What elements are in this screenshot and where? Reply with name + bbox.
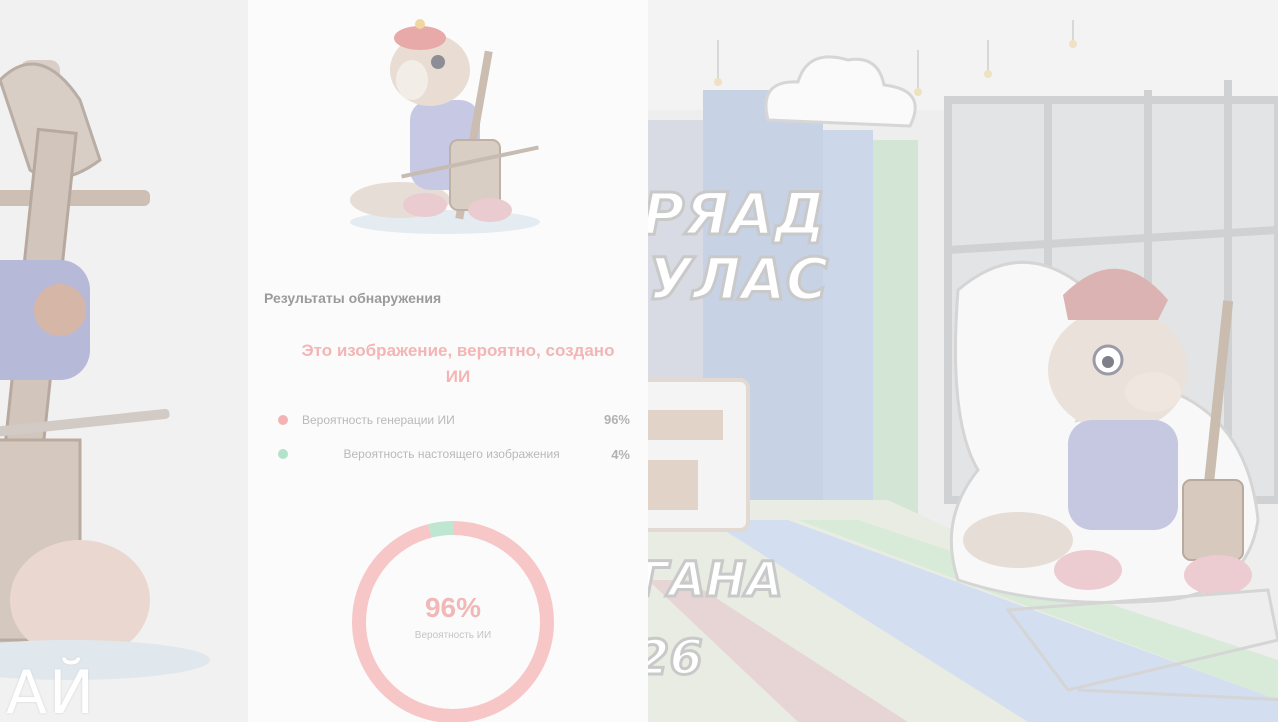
real-probability-value: 4% — [611, 446, 630, 462]
zoomed-mascot-panel: АЙ — [0, 0, 248, 722]
real-probability-row: Вероятность настоящего изображения 4% — [278, 446, 630, 462]
sign-word-1: РЯАД — [648, 179, 827, 250]
photo-scene — [648, 0, 1278, 722]
donut-caption: Вероятность ИИ — [414, 630, 492, 641]
sign-word-4: 26 — [648, 629, 704, 688]
detection-card: Результаты обнаружения Это изображение, … — [248, 0, 648, 722]
ai-probability-row: Вероятность генерации ИИ 96% — [278, 412, 630, 427]
ai-probability-value: 96% — [603, 412, 630, 427]
mascot-caption: АЙ — [6, 658, 96, 722]
real-probability-label: Вероятность настоящего изображения — [343, 447, 560, 461]
sign-word-3: ГАНА — [648, 551, 785, 610]
results-title: Результаты обнаружения — [264, 290, 442, 306]
installation-photo: РЯАД УЛАС ГАНА 26 — [648, 0, 1278, 722]
donut-value: 96% — [424, 592, 482, 623]
sign-word-2: УЛАС — [648, 244, 830, 315]
mascot-thumbnail — [350, 19, 540, 234]
ai-probability-label: Вероятность генерации ИИ — [302, 412, 455, 427]
zoomed-mascot-image — [0, 60, 210, 680]
real-legend-dot — [278, 449, 288, 459]
ai-legend-dot — [278, 414, 288, 425]
verdict-text: Это изображение, вероятно, создано ИИ — [301, 341, 615, 386]
donut-center: 96% Вероятность ИИ — [348, 592, 558, 641]
